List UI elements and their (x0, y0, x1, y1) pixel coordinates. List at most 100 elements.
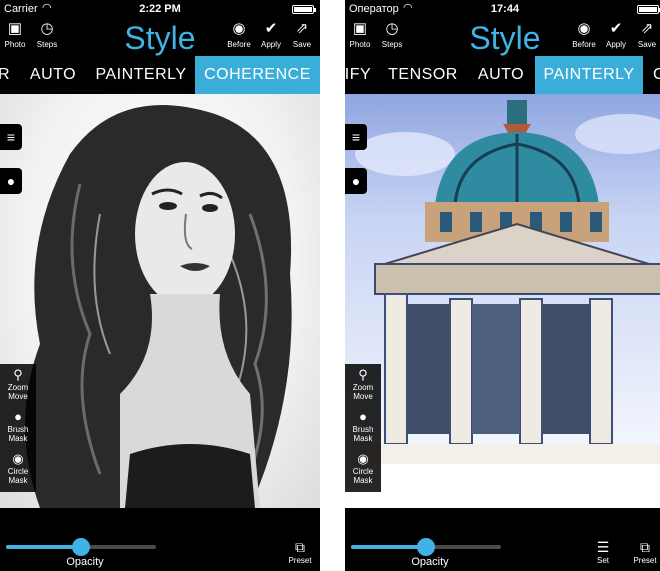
zoom-label: Zoom (352, 383, 374, 392)
image-canvas[interactable]: ≡ ● ⚲ Zoom Move ● Brush Mask ◉ Circle Ma… (0, 94, 320, 508)
move-label: Move (353, 392, 373, 401)
tab-auto[interactable]: AUTO (22, 56, 84, 94)
tab-painterly[interactable]: PAINTERLY (535, 56, 643, 94)
opacity-slider-fill (351, 545, 426, 549)
opacity-slider-fill (6, 545, 81, 549)
building-painting (355, 100, 660, 508)
opacity-label: Opacity (66, 556, 104, 568)
photo-button[interactable]: ▣ Photo (345, 18, 377, 56)
apply-button[interactable]: ✔ Apply (254, 18, 288, 56)
sliders-icon: ☰ (596, 539, 610, 555)
tab-coherence[interactable]: COHERENCE (195, 56, 320, 94)
portrait-image (25, 105, 292, 508)
tab-partial-left[interactable]: IFY (345, 56, 375, 94)
eye-icon: ◉ (232, 20, 246, 37)
circle-label: Circle (7, 467, 29, 476)
battery-icon (292, 5, 316, 14)
tab-partial-right[interactable]: C (649, 56, 660, 94)
circle-mask-tool[interactable]: ◉ Circle Mask (345, 448, 381, 490)
status-bar: Carrier ◠ 2:22 PM (0, 0, 320, 18)
checkmark-icon: ✔ (264, 20, 278, 37)
tab-partial[interactable]: R (0, 56, 12, 94)
before-label: Before (572, 40, 596, 49)
preset-button[interactable]: ⧉ Preset (630, 538, 660, 565)
brush-label: Brush (7, 425, 29, 434)
photo-label: Photo (4, 40, 26, 49)
opacity-slider-thumb[interactable] (417, 538, 435, 556)
image-canvas[interactable]: ≡ ● ⚲ Zoom Move ● Brush Mask ◉ Circle Ma… (345, 94, 660, 508)
app-title: Style (124, 20, 196, 56)
apply-label: Apply (260, 40, 281, 49)
circle-dot-icon: ● (6, 173, 16, 189)
preset-button[interactable]: ⧉ Preset (285, 538, 315, 565)
zoom-move-tool[interactable]: ⚲ Zoom Move (345, 364, 381, 406)
battery-icon (637, 5, 660, 14)
opacity-slider-thumb[interactable] (72, 538, 90, 556)
clock: 17:44 (490, 3, 520, 15)
bottom-bar: Opacity ⧉ Preset (0, 508, 320, 571)
circle-mask-tool[interactable]: ◉ Circle Mask (0, 448, 36, 490)
brush-mask-label: Mask (8, 434, 28, 443)
menu-button[interactable]: ≡ (0, 124, 22, 150)
drop-icon: ● (359, 409, 367, 424)
circle-target-icon: ◉ (12, 451, 24, 466)
clock: 2:22 PM (139, 3, 181, 15)
preset-copy-icon: ⧉ (640, 539, 650, 555)
checkmark-icon: ✔ (609, 20, 623, 37)
phone-screen-left: Carrier ◠ 2:22 PM ▣ Photo ◷ Steps Style … (0, 0, 320, 571)
status-bar: Оператор ◠ 17:44 (345, 0, 660, 18)
brush-mask-tool[interactable]: ● Brush Mask (345, 406, 381, 448)
style-tabs: IFY TENSOR AUTO PAINTERLY C (345, 56, 660, 94)
side-tool-panel: ⚲ Zoom Move ● Brush Mask ◉ Circle Mask (345, 364, 381, 492)
steps-label: Steps (381, 40, 403, 49)
tab-tensor[interactable]: TENSOR (383, 56, 463, 94)
apply-label: Apply (605, 40, 626, 49)
style-tabs: R AUTO PAINTERLY COHERENCE (0, 56, 320, 94)
brush-mask-label: Mask (353, 434, 373, 443)
top-toolbar: ▣ Photo ◷ Steps Style ◉ Before ✔ Apply ⇗… (345, 18, 660, 56)
set-button[interactable]: ☰ Set (588, 538, 618, 565)
side-tool-panel: ⚲ Zoom Move ● Brush Mask ◉ Circle Mask (0, 364, 36, 492)
share-icon: ⇗ (295, 20, 309, 37)
circle-dot-icon: ● (351, 173, 361, 189)
history-clock-icon: ◷ (40, 20, 54, 37)
photo-button[interactable]: ▣ Photo (0, 18, 32, 56)
save-label: Save (637, 40, 657, 49)
zoom-move-tool[interactable]: ⚲ Zoom Move (0, 364, 36, 406)
eye-icon: ◉ (577, 20, 591, 37)
preset-label: Preset (288, 556, 312, 565)
brush-label: Brush (352, 425, 374, 434)
photo-label: Photo (349, 40, 371, 49)
steps-button[interactable]: ◷ Steps (30, 18, 64, 56)
brush-mask-tool[interactable]: ● Brush Mask (0, 406, 36, 448)
save-button[interactable]: ⇗ Save (630, 18, 660, 56)
before-button[interactable]: ◉ Before (222, 18, 256, 56)
before-button[interactable]: ◉ Before (567, 18, 601, 56)
circle-label: Circle (352, 467, 374, 476)
record-button[interactable]: ● (345, 168, 367, 194)
circle-mask-label: Mask (353, 476, 373, 485)
history-clock-icon: ◷ (385, 20, 399, 37)
apply-button[interactable]: ✔ Apply (599, 18, 633, 56)
zoom-label: Zoom (7, 383, 29, 392)
save-button[interactable]: ⇗ Save (285, 18, 319, 56)
circle-target-icon: ◉ (357, 451, 369, 466)
magnifier-icon: ⚲ (13, 367, 23, 382)
top-toolbar: ▣ Photo ◷ Steps Style ◉ Before ✔ Apply ⇗… (0, 18, 320, 56)
circle-mask-label: Mask (8, 476, 28, 485)
record-button[interactable]: ● (0, 168, 22, 194)
hamburger-menu-icon: ≡ (351, 129, 361, 145)
steps-label: Steps (36, 40, 58, 49)
preset-copy-icon: ⧉ (295, 539, 305, 555)
move-label: Move (8, 392, 28, 401)
menu-button[interactable]: ≡ (345, 124, 367, 150)
photo-icon: ▣ (7, 20, 23, 37)
drop-icon: ● (14, 409, 22, 424)
phone-screen-right: Оператор ◠ 17:44 ▣ Photo ◷ Steps Style ◉… (345, 0, 660, 571)
tab-auto[interactable]: AUTO (471, 56, 531, 94)
tab-painterly[interactable]: PAINTERLY (90, 56, 192, 94)
save-label: Save (292, 40, 312, 49)
hamburger-menu-icon: ≡ (6, 129, 16, 145)
steps-button[interactable]: ◷ Steps (375, 18, 409, 56)
magnifier-icon: ⚲ (358, 367, 368, 382)
